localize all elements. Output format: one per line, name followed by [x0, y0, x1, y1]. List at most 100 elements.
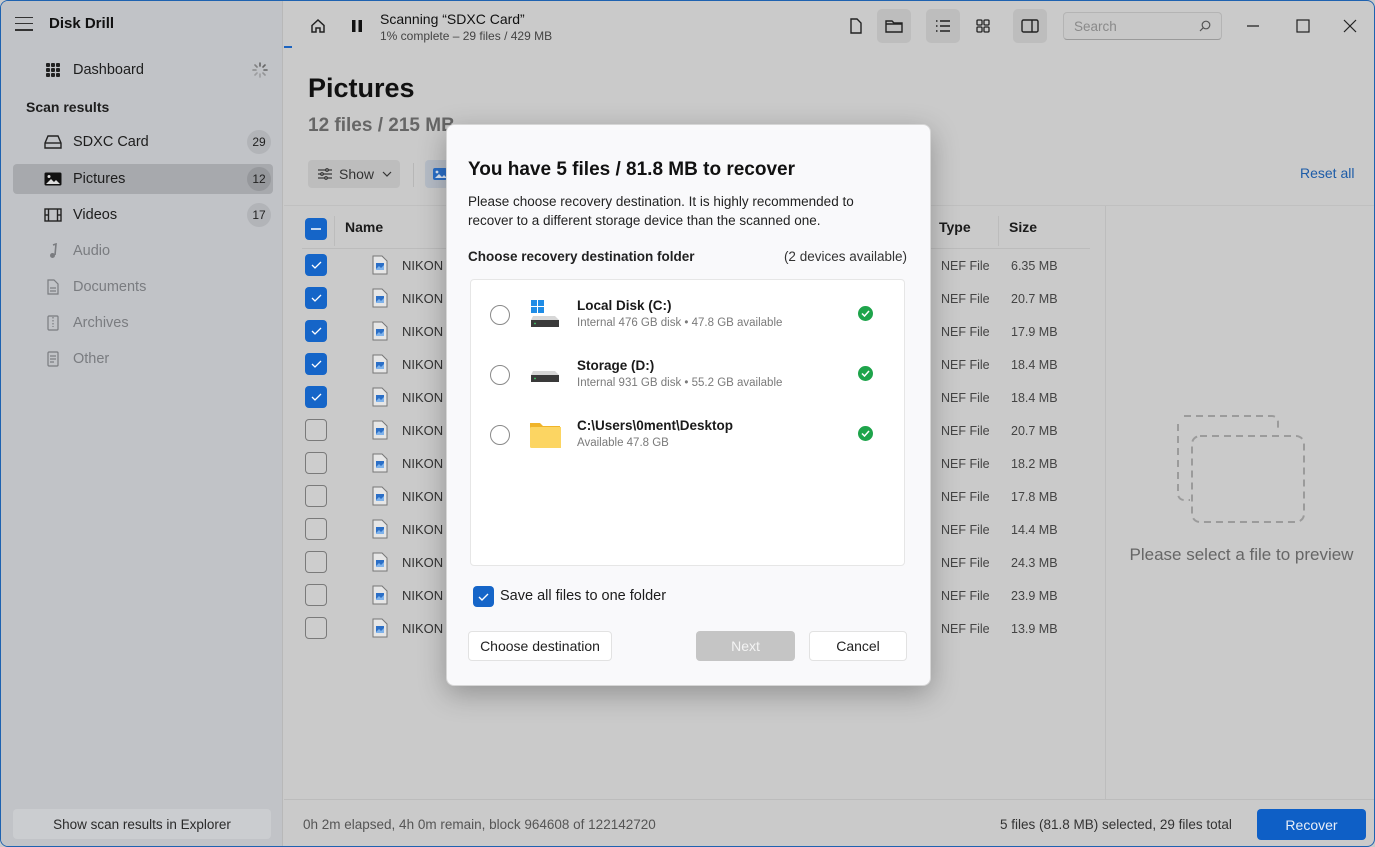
destination-info: Available 47.8 GB: [577, 437, 669, 449]
scan-status: 1% complete – 29 files / 429 MB: [380, 29, 553, 43]
image-file-icon: [372, 585, 388, 605]
preview-placeholder-text: Please select a file to preview: [1129, 545, 1354, 564]
file-type: NEF File: [941, 589, 990, 603]
close-button[interactable]: [1335, 11, 1365, 41]
image-file-icon: [372, 552, 388, 572]
file-size: 23.9 MB: [1011, 589, 1058, 603]
picture-icon: [43, 172, 63, 186]
save-to-one-folder-checkbox[interactable]: [473, 586, 494, 607]
sidebar-item-sdxc-card[interactable]: SDXC Card 29: [13, 127, 273, 157]
hamburger-menu-icon[interactable]: [15, 16, 33, 31]
destination-name: Local Disk (C:): [577, 298, 672, 313]
loading-spinner-icon: [252, 62, 268, 83]
destination-name: C:\Users\0ment\Desktop: [577, 418, 734, 433]
row-checkbox[interactable]: [305, 287, 327, 309]
page-title: Pictures: [308, 73, 415, 103]
show-in-explorer-button[interactable]: Show scan results in Explorer: [13, 809, 271, 839]
row-checkbox[interactable]: [305, 452, 327, 474]
destination-radio[interactable]: [490, 425, 510, 445]
row-checkbox[interactable]: [305, 419, 327, 441]
next-button[interactable]: Next: [696, 631, 795, 661]
row-checkbox[interactable]: [305, 353, 327, 375]
sidebar-item-documents[interactable]: Documents: [13, 272, 273, 302]
preview-pane-toggle[interactable]: [1013, 9, 1047, 43]
scan-progress-text: 0h 2m elapsed, 4h 0m remain, block 96460…: [303, 817, 656, 832]
sidebar-header: Disk Drill: [15, 15, 114, 32]
close-icon: [1343, 19, 1357, 33]
show-filter-button[interactable]: Show: [308, 160, 400, 188]
save-to-one-folder-label[interactable]: Save all files to one folder: [500, 588, 666, 604]
row-checkbox[interactable]: [305, 485, 327, 507]
file-name: NIKON: [402, 522, 444, 537]
row-checkbox[interactable]: [305, 518, 327, 540]
row-checkbox[interactable]: [305, 551, 327, 573]
grid-icon: [43, 62, 63, 78]
sidebar-item-audio[interactable]: Audio: [13, 236, 273, 266]
scan-title: Scanning “SDXC Card”: [380, 11, 525, 27]
sidebar-item-videos[interactable]: Videos 17: [13, 200, 273, 230]
checkmark-icon: [311, 261, 321, 269]
cancel-button[interactable]: Cancel: [809, 631, 907, 661]
check-circle-icon: [858, 366, 873, 381]
app-window: Disk Drill Dashboard Scan results SDXC C…: [0, 0, 1375, 847]
home-button[interactable]: [301, 9, 335, 43]
search-input[interactable]: Search: [1063, 12, 1222, 40]
column-header-size[interactable]: Size: [1009, 219, 1037, 235]
sidebar-item-label: Dashboard: [73, 62, 144, 78]
destination-section-label: Choose recovery destination folder: [468, 249, 695, 264]
row-checkbox[interactable]: [305, 320, 327, 342]
destination-local-disk-c[interactable]: Local Disk (C:) Internal 476 GB disk • 4…: [471, 295, 904, 345]
scan-results-heading: Scan results: [26, 99, 110, 115]
sidebar-item-other[interactable]: Other: [13, 344, 273, 374]
maximize-icon: [1296, 19, 1310, 33]
sliders-icon: [318, 168, 332, 180]
status-bar: 0h 2m elapsed, 4h 0m remain, block 96460…: [284, 799, 1374, 846]
file-name: NIKON: [402, 291, 444, 306]
row-checkbox[interactable]: [305, 584, 327, 606]
column-header-type[interactable]: Type: [939, 219, 971, 235]
file-view-button[interactable]: [839, 9, 873, 43]
grid-view-button[interactable]: [966, 9, 1000, 43]
pause-button[interactable]: [340, 9, 374, 43]
sidebar-item-pictures[interactable]: Pictures 12: [13, 164, 273, 194]
minimize-button[interactable]: [1238, 11, 1268, 41]
row-checkbox[interactable]: [305, 254, 327, 276]
chevron-down-icon: [382, 171, 392, 177]
sidebar-item-label: Pictures: [73, 171, 126, 187]
destination-radio[interactable]: [490, 365, 510, 385]
destination-list: Local Disk (C:) Internal 476 GB disk • 4…: [470, 279, 905, 566]
sidebar-item-dashboard[interactable]: Dashboard: [13, 55, 273, 85]
toolbar-divider: [413, 163, 414, 187]
reset-all-link[interactable]: Reset all: [1300, 165, 1354, 181]
file-type: NEF File: [941, 457, 990, 471]
destination-info: Internal 476 GB disk • 47.8 GB available: [577, 317, 783, 329]
list-view-button[interactable]: [926, 9, 960, 43]
folder-view-button[interactable]: [877, 9, 911, 43]
destination-desktop-folder[interactable]: C:\Users\0ment\Desktop Available 47.8 GB: [471, 415, 904, 465]
destination-radio[interactable]: [490, 305, 510, 325]
recover-button[interactable]: Recover: [1257, 809, 1366, 840]
folder-icon: [885, 20, 903, 33]
column-separator: [334, 216, 335, 246]
count-badge: 29: [247, 130, 271, 154]
maximize-button[interactable]: [1288, 11, 1318, 41]
image-file-icon: [372, 354, 388, 374]
checkmark-icon: [311, 294, 321, 302]
recovery-destination-dialog: You have 5 files / 81.8 MB to recover Pl…: [446, 124, 931, 686]
file-type: NEF File: [941, 490, 990, 504]
scan-progress-bar: [284, 46, 292, 48]
check-circle-icon: [858, 426, 873, 441]
select-all-checkbox[interactable]: [305, 218, 327, 240]
other-file-icon: [43, 351, 63, 367]
image-file-icon: [372, 519, 388, 539]
row-checkbox[interactable]: [305, 386, 327, 408]
file-name: NIKON: [402, 588, 444, 603]
destination-storage-d[interactable]: Storage (D:) Internal 931 GB disk • 55.2…: [471, 355, 904, 405]
column-header-name[interactable]: Name: [345, 219, 383, 235]
music-note-icon: [43, 243, 63, 259]
column-separator: [998, 216, 999, 246]
choose-destination-button[interactable]: Choose destination: [468, 631, 612, 661]
sidebar-item-archives[interactable]: Archives: [13, 308, 273, 338]
film-icon: [43, 208, 63, 222]
row-checkbox[interactable]: [305, 617, 327, 639]
